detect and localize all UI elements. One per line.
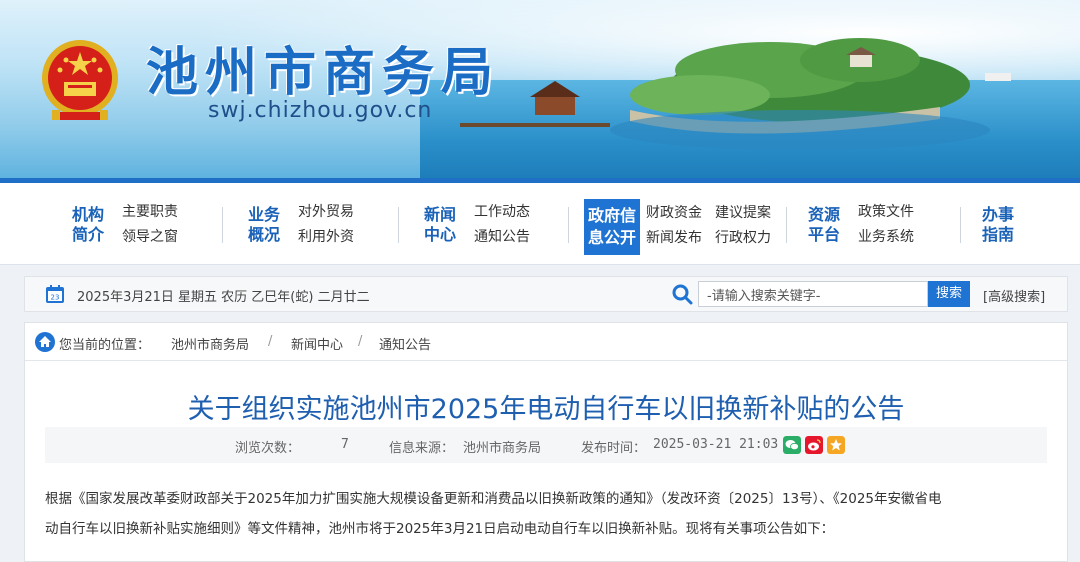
nav-group-news: 新闻 中心 工作动态 通知公告 [420,201,530,249]
nav-item-news[interactable]: 新闻 中心 [420,205,460,245]
views-label: 浏览次数： [235,441,301,456]
nav-link-notices[interactable]: 通知公告 [474,225,530,250]
nav-divider [398,207,399,243]
header-banner: 池州市商务局 swj.chizhou.gov.cn [0,0,1080,183]
nav-group-business: 业务 概况 对外贸易 利用外资 [244,201,354,249]
home-icon [35,332,55,352]
nav-divider [786,207,787,243]
source-label: 信息来源： [389,441,455,456]
search-input[interactable] [698,281,928,307]
nav-link-foreign-investment[interactable]: 利用外资 [298,225,354,250]
nav-link-policy-docs[interactable]: 政策文件 [858,200,914,225]
nav-item-news-line1: 新闻 [423,205,456,224]
info-bar: 23 2025年3月21日 星期五 农历 乙巳年(蛇) 二月廿二 搜索 [高级搜… [24,276,1068,312]
nav-divider [960,207,961,243]
national-emblem-icon [42,40,118,120]
nav-item-guide-line1: 办事 [981,205,1014,224]
nav-item-gov-info-line2: 息公开 [587,228,636,247]
nav-item-resources-line1: 资源 [807,205,840,224]
nav-subs-about: 主要职责 领导之窗 [122,200,178,250]
nav-link-admin-power[interactable]: 行政权力 [715,226,771,251]
breadcrumb-notices[interactable]: 通知公告 [379,334,431,353]
nav-item-business-line1: 业务 [247,205,280,224]
nav-group-about: 机构 简介 主要职责 领导之窗 [68,201,178,249]
site-url: swj.chizhou.gov.cn [208,98,433,123]
site-title: 池州市商务局 [146,43,501,103]
nav-item-guide-line2: 指南 [981,225,1014,244]
published-value: 2025-03-21 21:03 [653,437,779,452]
nav-group-guide: 办事 指南 [978,201,1018,249]
weibo-share-icon[interactable] [805,436,823,454]
nav-link-business-systems[interactable]: 业务系统 [858,225,914,250]
nav-item-gov-info-active[interactable]: 政府信 息公开 [584,199,640,255]
nav-link-press-release[interactable]: 新闻发布 [646,226,702,251]
nav-subs-gov-info-2: 建议提案 行政权力 [715,201,771,251]
calendar-icon: 23 [46,285,64,303]
wechat-share-icon[interactable] [783,436,801,454]
nav-divider [222,207,223,243]
article-paragraph-line: 动自行车以旧换新补贴实施细则》等文件精神，池州市将于2025年3月21日启动电动… [45,521,835,537]
nav-item-about-line2: 简介 [71,225,104,244]
svg-text:23: 23 [51,294,60,302]
nav-item-news-line2: 中心 [423,225,456,244]
breadcrumb: 您当前的位置： 池州市商务局 / 新闻中心 / 通知公告 [25,323,1067,361]
nav-link-foreign-trade[interactable]: 对外贸易 [298,200,354,225]
nav-item-resources[interactable]: 资源 平台 [804,205,844,245]
source-value: 池州市商务局 [463,441,542,456]
nav-subs-business: 对外贸易 利用外资 [298,200,354,250]
breadcrumb-separator: / [358,334,363,349]
main-nav: 机构 简介 主要职责 领导之窗 业务 概况 对外贸易 利用外资 新闻 中心 工作… [0,183,1080,265]
article-panel: 您当前的位置： 池州市商务局 / 新闻中心 / 通知公告 关于组织实施池州市20… [24,322,1068,562]
nav-subs-gov-info: 财政资金 新闻发布 [646,201,702,251]
published-label: 发布时间： [581,441,647,456]
nav-item-business-line2: 概况 [247,225,280,244]
breadcrumb-label: 您当前的位置： [59,338,151,353]
nav-item-service-guide[interactable]: 办事 指南 [978,205,1018,245]
nav-item-about-line1: 机构 [71,205,104,224]
breadcrumb-home[interactable]: 池州市商务局 [171,334,249,353]
qzone-share-icon[interactable] [827,436,845,454]
nav-link-leadership[interactable]: 领导之窗 [122,225,178,250]
nav-link-proposals[interactable]: 建议提案 [715,201,771,226]
breadcrumb-separator: / [268,334,273,349]
nav-subs-resources: 政策文件 业务系统 [858,200,914,250]
nav-item-gov-info-line1: 政府信 [587,206,636,225]
nav-divider [568,207,569,243]
article-paragraph-line: 根据《国家发展改革委财政部关于2025年加力扩围实施大规模设备更新和消费品以旧换… [45,491,942,507]
nav-item-resources-line2: 平台 [807,225,840,244]
nav-link-main-duties[interactable]: 主要职责 [122,200,178,225]
nav-link-work-updates[interactable]: 工作动态 [474,200,530,225]
nav-subs-news: 工作动态 通知公告 [474,200,530,250]
nav-item-about[interactable]: 机构 简介 [68,205,108,245]
banner-island-image [460,38,1011,150]
search-button[interactable]: 搜索 [928,281,970,307]
article-title: 关于组织实施池州市2025年电动自行车以旧换新补贴的公告 [187,394,905,425]
article-meta-bar: 浏览次数： 7 信息来源： 池州市商务局 发布时间： 2025-03-21 21… [45,427,1047,463]
breadcrumb-news-center[interactable]: 新闻中心 [291,334,343,353]
nav-group-resources: 资源 平台 政策文件 业务系统 [804,201,914,249]
nav-item-business[interactable]: 业务 概况 [244,205,284,245]
views-count: 7 [341,437,349,452]
advanced-search-link[interactable]: [高级搜索] [983,286,1045,305]
nav-link-fiscal-funds[interactable]: 财政资金 [646,201,702,226]
current-date: 2025年3月21日 星期五 农历 乙巳年(蛇) 二月廿二 [77,290,370,305]
search-icon[interactable] [671,283,693,305]
